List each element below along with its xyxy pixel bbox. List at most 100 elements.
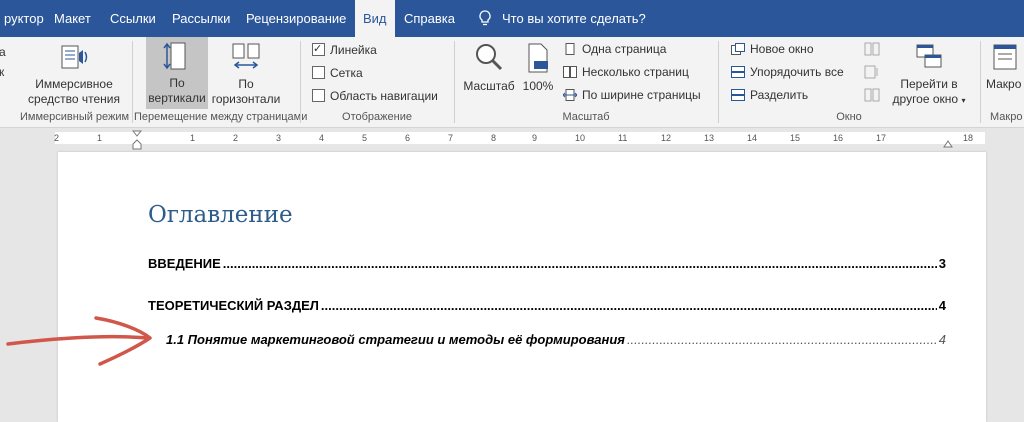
page-100-icon: [528, 43, 548, 73]
group-label-macros: Макро: [990, 111, 1023, 123]
toc-entry-text: ТЕОРЕТИЧЕСКИЙ РАЗДЕЛ: [148, 298, 319, 313]
tab-mailings[interactable]: Рассылки: [164, 0, 238, 37]
toc-page-number: 3: [938, 256, 946, 271]
ribbon: а к Иммерсивное средство чтения Иммерсив…: [0, 37, 1024, 128]
zoom-100-button[interactable]: 100%: [520, 39, 556, 109]
vertical-label-1: По: [169, 76, 185, 90]
toc-entry[interactable]: ТЕОРЕТИЧЕСКИЙ РАЗДЕЛ 4: [148, 298, 946, 313]
ruler-num: 5: [362, 133, 368, 143]
zoom-button[interactable]: Масштаб: [460, 39, 518, 109]
page-width-icon: [563, 89, 577, 101]
zoom-100-label: 100%: [522, 79, 554, 93]
vertical-page-button[interactable]: По вертикали: [146, 37, 208, 109]
macros-icon: [993, 44, 1017, 70]
toc-page-number: 4: [938, 298, 946, 313]
ruler-num: 16: [833, 133, 844, 143]
ruler-num: 7: [448, 133, 454, 143]
toc-leader: [627, 332, 937, 347]
grid-check-icon: [312, 66, 325, 79]
one-page-label: Одна страница: [582, 42, 667, 56]
annotation-arrow-icon: [6, 316, 152, 366]
toc-entry-text: ВВЕДЕНИЕ: [148, 256, 221, 271]
ruler-num: 4: [319, 133, 325, 143]
ruler-num: 1: [97, 133, 103, 143]
switch-label-2: другое окно ▾: [892, 92, 966, 106]
horizontal-label-1: По: [238, 77, 254, 91]
ruler-num: 9: [532, 133, 538, 143]
grid-checkbox[interactable]: Сетка: [312, 64, 363, 82]
immersive-reader-button[interactable]: Иммерсивное средство чтения: [26, 39, 122, 109]
reset-position-icon[interactable]: [864, 88, 880, 102]
toc-leader: [223, 256, 937, 271]
split-label: Разделить: [750, 88, 809, 102]
macros-button[interactable]: Макро: [986, 39, 1024, 109]
one-page-icon: [565, 43, 575, 55]
ruler-num: 3: [276, 133, 282, 143]
toc-page-number: 4: [938, 332, 946, 347]
new-window-button[interactable]: Новое окно: [731, 40, 814, 58]
ruler-num: 2: [233, 133, 239, 143]
vertical-label-2: вертикали: [148, 91, 206, 105]
ruler-checkbox[interactable]: Линейка: [312, 40, 377, 59]
switch-label-1: Перейти в: [900, 77, 958, 91]
nav-pane-checkbox[interactable]: Область навигации: [312, 87, 438, 105]
multiple-pages-icon: [563, 66, 577, 78]
ribbon-tab-bar: руктор Макет Ссылки Рассылки Рецензирова…: [0, 0, 1024, 37]
immersive-label-2: средство чтения: [28, 92, 120, 106]
side-by-side-icon[interactable]: [864, 42, 880, 56]
one-page-button[interactable]: Одна страница: [563, 40, 666, 58]
ruler-num: 1: [190, 133, 196, 143]
ruler-num: 18: [963, 133, 974, 143]
right-indent-marker-icon[interactable]: [943, 138, 953, 148]
group-label-immersive: Иммерсивный режим: [20, 111, 130, 123]
group-label-show: Отображение: [342, 111, 412, 123]
new-window-label: Новое окно: [750, 42, 814, 56]
page-width-button[interactable]: По ширине страницы: [563, 86, 701, 104]
nav-check-icon: [312, 89, 325, 102]
magnifier-icon: [476, 44, 503, 71]
left-indent-marker-icon[interactable]: [132, 130, 142, 150]
tab-review[interactable]: Рецензирование: [238, 0, 354, 37]
horizontal-pages-icon: [232, 43, 260, 69]
ruler-num: 14: [747, 133, 758, 143]
sync-scroll-icon[interactable]: [864, 65, 880, 79]
tab-view[interactable]: Вид: [355, 0, 395, 37]
tell-me-box[interactable]: Что вы хотите сделать?: [478, 0, 646, 37]
arrange-all-button[interactable]: Упорядочить все: [731, 63, 844, 81]
ruler-label: Линейка: [330, 43, 377, 57]
multiple-pages-button[interactable]: Несколько страниц: [563, 63, 689, 81]
toc-entry[interactable]: 1.1 Понятие маркетинговой стратегии и ме…: [166, 332, 946, 347]
group-label-page-movement: Перемещение между страницами: [134, 111, 308, 123]
horizontal-ruler[interactable]: 2 1 1 2 3 4 5 6 7 8 9 10 11 12 13 14 15 …: [0, 128, 1024, 150]
new-window-icon: [731, 43, 745, 55]
document-page[interactable]: Оглавление ВВЕДЕНИЕ 3 ТЕОРЕТИЧЕСКИЙ РАЗДЕ…: [58, 152, 986, 422]
split-icon: [731, 89, 745, 101]
arrange-all-icon: [731, 66, 745, 78]
grid-label: Сетка: [330, 66, 363, 80]
nav-label: Область навигации: [330, 89, 438, 103]
ruler-num: 13: [704, 133, 715, 143]
ruler-num: 17: [876, 133, 887, 143]
tab-design[interactable]: руктор: [0, 0, 52, 37]
split-button[interactable]: Разделить: [731, 86, 808, 104]
ruler-check-icon: [312, 40, 325, 58]
vertical-scroll-icon: [163, 42, 186, 70]
partial-item-2[interactable]: к: [0, 63, 4, 81]
tab-help[interactable]: Справка: [396, 0, 463, 37]
horizontal-label-2: горизонтали: [211, 92, 281, 106]
lightbulb-icon: [479, 10, 491, 26]
ruler-num: 8: [491, 133, 497, 143]
horizontal-page-button[interactable]: По горизонтали: [211, 39, 281, 109]
multiple-pages-label: Несколько страниц: [582, 65, 689, 79]
switch-windows-button[interactable]: Перейти в другое окно ▾: [890, 39, 968, 109]
toc-entry[interactable]: ВВЕДЕНИЕ 3: [148, 256, 946, 271]
tab-layout[interactable]: Макет: [46, 0, 99, 37]
group-label-zoom: Масштаб: [562, 111, 610, 123]
tab-references[interactable]: Ссылки: [102, 0, 164, 37]
group-label-window: Окно: [836, 111, 862, 123]
switch-windows-icon: [916, 44, 942, 68]
toc-heading: Оглавление: [148, 202, 293, 228]
partial-item-1[interactable]: а: [0, 43, 6, 61]
ruler-num: 6: [405, 133, 411, 143]
ruler-num: 2: [54, 133, 60, 143]
